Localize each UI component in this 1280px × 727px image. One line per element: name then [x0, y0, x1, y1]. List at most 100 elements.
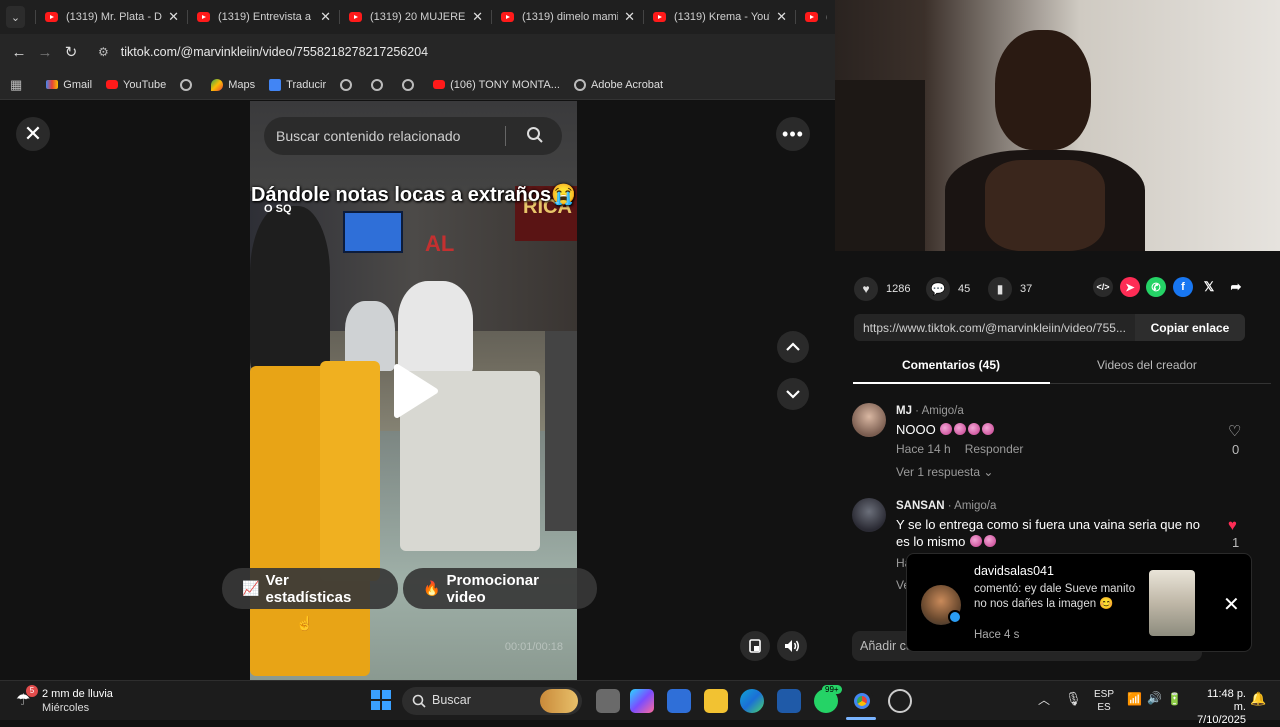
- like-action[interactable]: ♥ 1286: [854, 277, 910, 301]
- next-video-button[interactable]: [777, 378, 809, 410]
- browser-tab[interactable]: (1319) Entrevista a El ✕: [187, 0, 339, 34]
- avatar[interactable]: [852, 403, 886, 437]
- bookmark-tony[interactable]: (106) TONY MONTA...: [433, 79, 560, 91]
- volume-button[interactable]: [777, 631, 807, 661]
- x-twitter-icon[interactable]: 𝕏: [1199, 277, 1219, 297]
- globe-icon: [180, 78, 193, 91]
- browser-tab[interactable]: (1319) Krema - YouTu ✕: [643, 0, 795, 34]
- view-replies-button[interactable]: Ver 1 respuesta ⌄: [896, 465, 993, 479]
- add-comment-placeholder: Añadir co: [860, 639, 913, 653]
- address-bar: ← → ↻ ⚙ tiktok.com/@marvinkleiin/video/7…: [0, 34, 835, 70]
- close-tab-icon[interactable]: ✕: [624, 9, 635, 25]
- active-tab-indicator: [853, 382, 1050, 384]
- like-count: 1286: [886, 283, 911, 295]
- task-view-icon[interactable]: [596, 689, 620, 713]
- premiere-icon[interactable]: [777, 689, 801, 713]
- clock[interactable]: 11:48 p. m. 7/10/2025: [1194, 688, 1246, 727]
- obs-icon[interactable]: [888, 689, 912, 713]
- search-icon[interactable]: [526, 126, 544, 144]
- avatar[interactable]: [852, 498, 886, 532]
- language-indicator[interactable]: ESP ES: [1094, 688, 1114, 714]
- weather-badge: 5: [26, 685, 38, 697]
- close-tab-icon[interactable]: ✕: [776, 9, 787, 25]
- file-explorer-icon[interactable]: [704, 689, 728, 713]
- close-icon[interactable]: ✕: [1223, 592, 1240, 617]
- heart-filled-icon[interactable]: ♥: [1228, 517, 1237, 534]
- comment-author[interactable]: SANSAN · Amigo/a: [896, 500, 996, 512]
- site-info-icon[interactable]: ⚙: [98, 45, 109, 59]
- back-icon[interactable]: ←: [6, 44, 32, 61]
- reply-button[interactable]: Responder: [965, 442, 1024, 456]
- tab-search-chevron-icon[interactable]: ⌄: [6, 6, 25, 28]
- bookmark-acrobat[interactable]: Adobe Acrobat: [573, 78, 663, 91]
- embed-icon[interactable]: </>: [1093, 277, 1113, 297]
- bookmark-globe[interactable]: [402, 78, 419, 91]
- bookmark-translate[interactable]: Traducir: [269, 78, 326, 91]
- video-scene-chair: [320, 361, 380, 581]
- globe-icon: [402, 78, 415, 91]
- notification-time: Hace 4 s: [974, 629, 1020, 641]
- play-icon[interactable]: [391, 363, 439, 419]
- bookmark-label: YouTube: [123, 78, 167, 91]
- forward-icon[interactable]: →: [32, 44, 58, 61]
- whatsapp-icon[interactable]: ✆: [1146, 277, 1166, 297]
- save-action[interactable]: ▮ 37: [988, 277, 1032, 301]
- bookmark-globe[interactable]: [180, 78, 197, 91]
- reload-icon[interactable]: ↻: [58, 43, 84, 61]
- view-replies-label: Ver 1 respuesta: [896, 465, 981, 479]
- browser-tab[interactable]: (1319) dimelo mami ✕: [491, 0, 643, 34]
- browser-tab[interactable]: (13: [795, 0, 835, 34]
- microphone-icon[interactable]: 🎙: [1065, 691, 1082, 707]
- close-tab-icon[interactable]: ✕: [472, 9, 483, 25]
- battery-icon[interactable]: 🔋: [1167, 692, 1182, 706]
- comment-notification-toast[interactable]: davidsalas041 comentó: ey dale Sueve man…: [906, 553, 1252, 652]
- bookmark-globe[interactable]: [340, 78, 357, 91]
- bookmark-youtube[interactable]: YouTube: [106, 79, 166, 91]
- view-stats-button[interactable]: 📈 Ver estadísticas: [222, 568, 398, 609]
- youtube-icon: [45, 12, 58, 22]
- food-widget-icon[interactable]: [540, 689, 578, 713]
- previous-video-button[interactable]: [777, 331, 809, 363]
- comment-author[interactable]: MJ · Amigo/a: [896, 405, 964, 417]
- copilot-icon[interactable]: [630, 689, 654, 713]
- copy-link-button[interactable]: Copiar enlace: [1135, 314, 1245, 341]
- emoji-icon: [968, 423, 981, 435]
- close-tab-icon[interactable]: ✕: [320, 9, 331, 25]
- author-relation: · Amigo/a: [944, 500, 997, 512]
- volume-icon[interactable]: 🔊: [1147, 691, 1162, 705]
- share-link-field[interactable]: https://www.tiktok.com/@marvinkleiin/vid…: [854, 314, 1245, 341]
- tab-creator-videos[interactable]: Videos del creador: [1097, 358, 1197, 372]
- video-scene-tv: [343, 211, 403, 253]
- comment-action[interactable]: 💬 45: [926, 277, 970, 301]
- browser-tab[interactable]: (1319) 20 MUJERES V ✕: [339, 0, 491, 34]
- bookmark-globe[interactable]: [371, 78, 388, 91]
- promote-video-button[interactable]: 🔥 Promocionar video: [403, 568, 597, 609]
- picture-in-picture-button[interactable]: [740, 631, 770, 661]
- windows-start-icon[interactable]: [371, 690, 391, 710]
- notification-bell-icon[interactable]: 🔔: [1250, 691, 1266, 707]
- store-icon[interactable]: [667, 689, 691, 713]
- close-tab-icon[interactable]: ✕: [168, 9, 179, 25]
- bookmark-gmail[interactable]: Gmail: [46, 79, 92, 91]
- apps-grid-icon[interactable]: ▦: [10, 77, 22, 93]
- edge-icon[interactable]: [740, 689, 764, 713]
- related-search-input[interactable]: Buscar contenido relacionado: [264, 117, 562, 155]
- share-arrow-icon[interactable]: ➦: [1226, 277, 1246, 297]
- bookmark-maps[interactable]: Maps: [211, 78, 255, 91]
- send-icon[interactable]: ➤: [1120, 277, 1140, 297]
- notification-thumbnail: [1149, 570, 1195, 636]
- show-hidden-icons-chevron-icon[interactable]: ︿: [1038, 691, 1050, 708]
- browser-tab[interactable]: (1319) Mr. Plata - Da ✕: [35, 0, 187, 34]
- tab-comments[interactable]: Comentarios (45): [902, 358, 1000, 372]
- weather-text[interactable]: 2 mm de lluvia: [42, 688, 113, 700]
- close-video-button[interactable]: ✕: [16, 117, 50, 151]
- heart-outline-icon[interactable]: ♡: [1228, 422, 1241, 440]
- emoji-icon: [940, 423, 953, 435]
- chrome-icon[interactable]: [850, 689, 874, 713]
- wifi-icon[interactable]: 📶: [1127, 692, 1142, 706]
- url-field[interactable]: ⚙ tiktok.com/@marvinkleiin/video/7558218…: [98, 45, 428, 59]
- facebook-icon[interactable]: f: [1173, 277, 1193, 297]
- heart-icon: ♥: [854, 277, 878, 301]
- author-name: SANSAN: [896, 500, 945, 512]
- more-options-button[interactable]: •••: [776, 117, 810, 151]
